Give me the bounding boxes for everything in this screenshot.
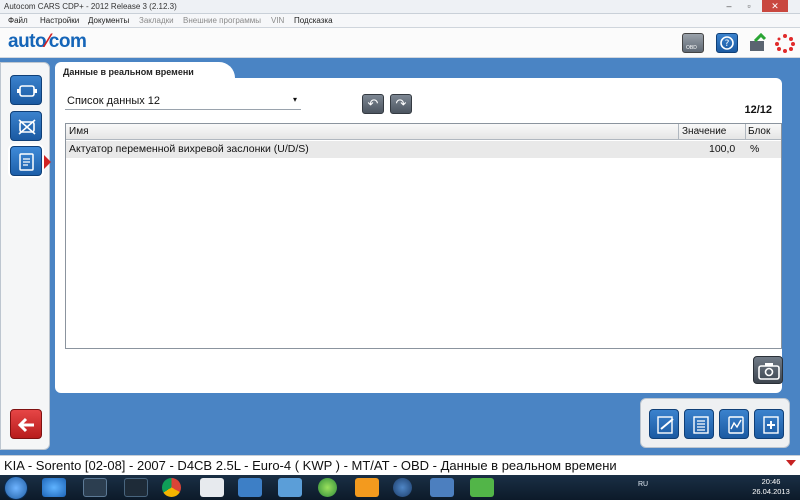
list-view-button[interactable]	[684, 409, 714, 439]
start-button[interactable]	[4, 476, 28, 500]
back-arrow-icon	[17, 417, 34, 433]
clock-time: 20:46	[761, 477, 781, 486]
yandex-icon[interactable]	[200, 478, 224, 497]
datalist-select[interactable]: Список данных 12 ▾	[65, 92, 301, 110]
os-taskbar: RU 20:46 26.04.2013	[0, 475, 800, 500]
screenshot-button[interactable]	[753, 356, 783, 384]
row-value-cell: 100,0	[709, 143, 736, 155]
column-header-unit[interactable]: Блок	[748, 126, 770, 137]
obd-label: OBD	[686, 45, 697, 51]
engine-icon	[17, 85, 37, 97]
maximize-button[interactable]: ▫	[740, 0, 758, 12]
skype-icon[interactable]	[278, 478, 302, 497]
menu-bar: Файл Настройки Документы Закладки Внешни…	[0, 14, 800, 28]
system-clock[interactable]: 20:46 26.04.2013	[748, 477, 794, 497]
chevron-down-icon: ▾	[292, 95, 297, 104]
autocom-car-icon[interactable]	[430, 478, 454, 497]
erase-codes-button[interactable]	[10, 111, 42, 141]
column-divider	[678, 124, 679, 140]
internet-explorer-icon[interactable]	[42, 478, 66, 497]
media-player-icon[interactable]	[83, 478, 107, 497]
chrome-icon[interactable]	[162, 478, 181, 497]
logo-auto: auto	[8, 31, 47, 52]
add-parameter-button[interactable]	[754, 409, 784, 439]
minimize-button[interactable]: –	[720, 0, 738, 12]
live-data-button[interactable]	[10, 146, 42, 176]
itunes-icon[interactable]	[124, 478, 148, 497]
graph-icon	[728, 416, 744, 434]
report-button[interactable]	[649, 409, 679, 439]
active-indicator-arrow	[44, 155, 51, 169]
loading-spinner-icon	[774, 33, 796, 53]
window-title: Autocom CARS CDP+ - 2012 Release 3 (2.12…	[4, 2, 177, 11]
column-divider	[745, 124, 746, 140]
menu-item-documents[interactable]: Документы	[88, 16, 129, 25]
app-header: auto⁄com OBD ?	[0, 28, 800, 58]
logo-com: com	[48, 31, 87, 52]
menu-item-external-programs[interactable]: Внешние программы	[183, 16, 261, 25]
language-indicator[interactable]: RU	[638, 481, 648, 488]
menu-item-settings[interactable]: Настройки	[40, 16, 79, 25]
mail-icon[interactable]	[238, 478, 262, 497]
autocom-logo: auto⁄com	[8, 31, 87, 53]
row-unit-cell: %	[750, 143, 760, 155]
item-counter: 12/12	[744, 104, 772, 116]
camera-icon	[758, 363, 780, 380]
previous-button[interactable]: ↶	[362, 94, 384, 114]
close-button[interactable]: ✕	[762, 0, 788, 12]
live-data-icon	[19, 153, 34, 171]
vehicle-info-text: KIA - Sorento [02-08] - 2007 - D4CB 2.5L…	[4, 458, 617, 473]
window-titlebar: Autocom CARS CDP+ - 2012 Release 3 (2.12…	[0, 0, 800, 14]
erase-engine-icon	[18, 119, 36, 135]
menu-item-help[interactable]: Подсказка	[294, 16, 333, 25]
media-icon[interactable]	[318, 478, 337, 497]
help-button[interactable]: ?	[716, 33, 738, 53]
column-header-name[interactable]: Имя	[69, 126, 88, 137]
network-icon[interactable]	[393, 478, 412, 497]
back-button[interactable]	[10, 409, 42, 439]
list-icon	[693, 416, 709, 434]
menu-item-file[interactable]: Файл	[8, 16, 28, 25]
add-document-icon	[763, 416, 779, 434]
bottom-toolbar	[640, 398, 790, 448]
row-name-cell: Актуатор переменной вихревой заслонки (U…	[69, 143, 309, 155]
table-header: Имя Значение Блок	[66, 124, 781, 140]
svg-text:?: ?	[725, 39, 730, 49]
next-button[interactable]: ↷	[390, 94, 412, 114]
data-table: Имя Значение Блок Актуатор переменной ви…	[65, 123, 782, 349]
main-panel: Список данных 12 ▾ ↶ ↷ 12/12 Имя Значени…	[55, 78, 783, 393]
column-header-value[interactable]: Значение	[682, 126, 726, 137]
table-row[interactable]: Актуатор переменной вихревой заслонки (U…	[66, 141, 781, 158]
graph-view-button[interactable]	[719, 409, 749, 439]
menu-item-vin[interactable]: VIN	[271, 16, 284, 25]
menu-item-bookmarks[interactable]: Закладки	[139, 16, 174, 25]
left-sidebar	[0, 62, 51, 450]
help-icon: ?	[720, 36, 734, 50]
clock-date: 26.04.2013	[752, 487, 790, 496]
datalist-selected-value: Список данных 12	[67, 95, 161, 107]
odnoklassniki-icon[interactable]	[355, 478, 379, 497]
utility-icon[interactable]	[470, 478, 494, 497]
vehicle-status-bar: KIA - Sorento [02-08] - 2007 - D4CB 2.5L…	[0, 455, 800, 475]
engine-button[interactable]	[10, 75, 42, 105]
edit-document-icon	[657, 416, 674, 434]
connection-icon[interactable]	[747, 32, 769, 53]
expand-arrow-icon[interactable]	[786, 460, 796, 466]
obd-button[interactable]: OBD	[682, 33, 704, 53]
